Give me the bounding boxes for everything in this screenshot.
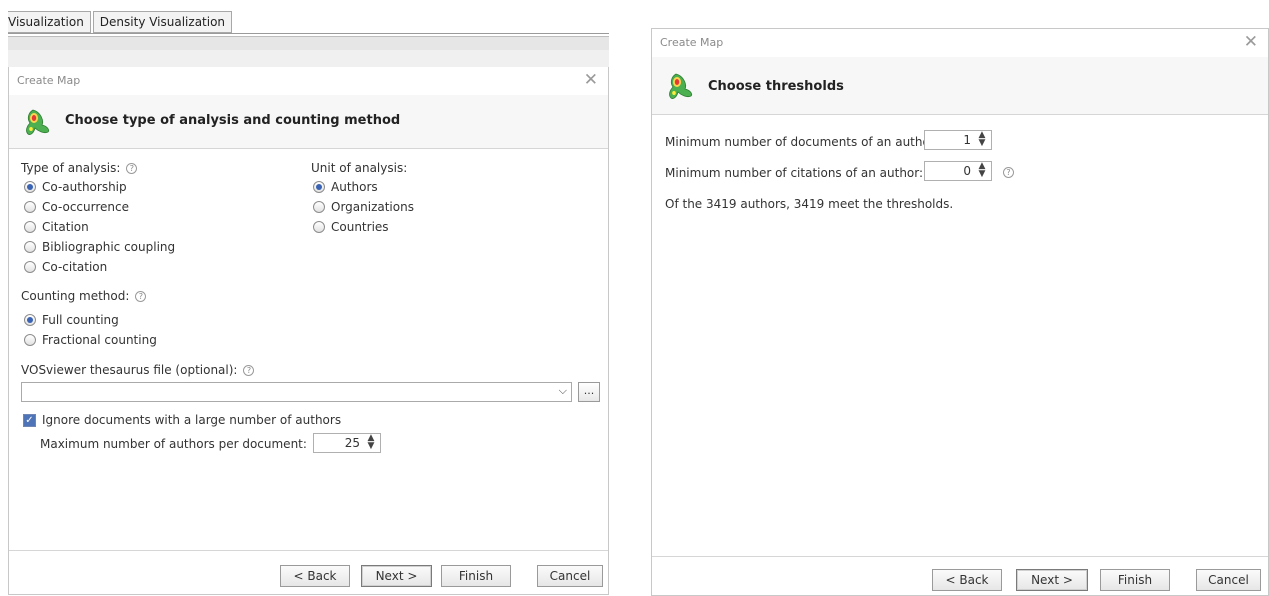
spinner-value: 25 [344,436,360,450]
radio-label: Countries [331,220,389,234]
type-of-analysis-label: Type of analysis:? [21,161,138,175]
wizard-step-title: Choose thresholds [708,79,844,94]
spinner-arrows-icon[interactable]: ▲ ▼ [976,131,988,149]
help-icon[interactable]: ? [243,365,255,376]
background-panel-band [8,50,609,67]
min-documents-spinner[interactable]: 1 ▲ ▼ [924,130,992,150]
checkmark-icon: ✓ [23,413,36,427]
radio-co-occurrence[interactable]: Co-occurrence [24,200,129,214]
thesaurus-label: VOSviewer thesaurus file (optional):? [21,363,255,377]
next-button[interactable]: Next > [1016,569,1088,591]
dialog-title: Create Map [17,74,81,87]
spinner-value: 0 [963,164,971,178]
footer-divider [9,550,608,551]
ignore-documents-checkbox[interactable]: ✓ Ignore documents with a large number o… [23,413,341,427]
help-icon[interactable]: ? [1003,167,1014,178]
radio-citation[interactable]: Citation [24,220,89,234]
wizard-header: Choose thresholds [652,57,1268,115]
radio-label: Co-citation [42,260,108,274]
wizard-header: Choose type of analysis and counting met… [9,95,608,149]
thesaurus-file-combo[interactable]: ⌵ [21,382,572,402]
radio-indicator [24,334,36,346]
create-map-dialog-analysis: Create Map ✕ Choose type of analysis and… [8,67,609,595]
browse-thesaurus-button[interactable]: ... [578,382,600,402]
footer-divider [652,556,1268,557]
finish-button[interactable]: Finish [1100,569,1170,591]
radio-label: Authors [331,180,378,194]
create-map-dialog-thresholds: Create Map ✕ Choose thresholds Minimum n… [651,28,1269,596]
radio-selected-indicator [313,181,325,193]
radio-indicator [24,241,36,253]
radio-indicator [313,201,325,213]
min-documents-label: Minimum number of documents of an author… [665,135,939,149]
radio-indicator [313,221,325,233]
max-authors-spinner[interactable]: 25 ▲ ▼ [313,433,381,453]
cancel-button[interactable]: Cancel [1196,569,1261,591]
radio-indicator [24,261,36,273]
radio-countries[interactable]: Countries [313,220,389,234]
tab-density-visualization[interactable]: Density Visualization [92,11,233,33]
radio-co-authorship[interactable]: Co-authorship [24,180,127,194]
tabbar-divider [8,33,609,34]
back-button[interactable]: < Back [932,569,1002,591]
radio-selected-indicator [24,314,36,326]
radio-label: Full counting [42,313,119,327]
close-icon[interactable]: ✕ [1244,32,1258,52]
finish-button[interactable]: Finish [441,565,511,587]
threshold-summary: Of the 3419 authors, 3419 meet the thres… [665,197,954,211]
radio-indicator [24,221,36,233]
radio-full-counting[interactable]: Full counting [24,313,119,327]
counting-method-label: Counting method:? [21,289,147,303]
background-toolbar-band [8,37,609,50]
next-button[interactable]: Next > [361,565,432,587]
spinner-arrows-icon[interactable]: ▲ ▼ [976,162,988,180]
radio-label: Co-occurrence [42,200,129,214]
radio-label: Co-authorship [42,180,127,194]
thesaurus-text: VOSviewer thesaurus file (optional): [21,363,238,377]
checkbox-label: Ignore documents with a large number of … [42,413,342,427]
radio-label: Bibliographic coupling [42,240,176,254]
vosviewer-logo-icon [26,109,50,135]
background-tabbar: Visualization Density Visualization [8,11,234,33]
radio-authors[interactable]: Authors [313,180,378,194]
dialog-titlebar: Create Map ✕ [652,29,1268,57]
chevron-down-icon[interactable]: ⌵ [559,384,567,398]
spinner-arrows-icon[interactable]: ▲ ▼ [365,434,377,452]
radio-bibliographic-coupling[interactable]: Bibliographic coupling [24,240,175,254]
back-button[interactable]: < Back [280,565,350,587]
help-icon[interactable]: ? [126,163,138,174]
min-citations-spinner[interactable]: 0 ▲ ▼ [924,161,992,181]
radio-co-citation[interactable]: Co-citation [24,260,107,274]
radio-indicator [24,201,36,213]
radio-label: Citation [42,220,89,234]
counting-method-text: Counting method: [21,289,130,303]
dialog-title: Create Map [660,36,724,49]
unit-of-analysis-label: Unit of analysis: [311,161,408,175]
wizard-step-title: Choose type of analysis and counting met… [65,113,401,128]
vosviewer-logo-icon [669,73,693,99]
radio-selected-indicator [24,181,36,193]
max-authors-label: Maximum number of authors per document: [40,437,307,451]
type-of-analysis-text: Type of analysis: [21,161,121,175]
radio-label: Fractional counting [42,333,157,347]
radio-fractional-counting[interactable]: Fractional counting [24,333,157,347]
dialog-titlebar: Create Map ✕ [9,67,608,95]
min-citations-label: Minimum number of citations of an author… [665,166,924,180]
help-icon[interactable]: ? [135,291,147,302]
radio-organizations[interactable]: Organizations [313,200,414,214]
close-icon[interactable]: ✕ [584,70,598,90]
cancel-button[interactable]: Cancel [537,565,603,587]
spinner-value: 1 [963,133,971,147]
tab-visualization[interactable]: Visualization [8,11,91,33]
radio-label: Organizations [331,200,414,214]
